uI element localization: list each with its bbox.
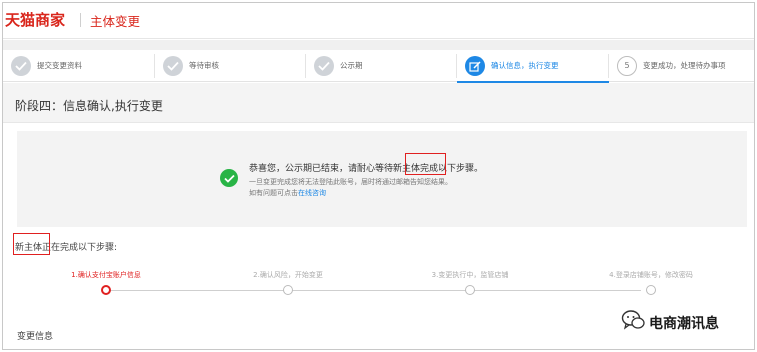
pstep-1-label: 1.确认支付宝账户信息 [71,271,141,279]
pstep-2-label: 2.确认风险，开始变更 [253,271,323,279]
highlight-box-heading [13,233,50,255]
step-3: 公示期 [306,50,457,82]
highlight-box-notice [405,153,446,175]
step-4-label: 确认信息，执行变更 [491,61,559,70]
check-icon [314,56,334,76]
step-5-label: 变更成功，处理待办事项 [643,61,726,70]
online-consult-link[interactable]: 在线咨询 [298,189,326,197]
wechat-icon [621,310,645,330]
step-1-label: 提交变更资料 [37,61,82,70]
pstep-4-label: 4.登录店铺账号，修改密码 [609,271,693,279]
step-number: 5 [624,61,630,70]
success-check-icon [220,169,238,187]
pstep-1-dot [101,285,111,295]
help-prefix: 如有问题可点击 [249,189,298,197]
tmall-logo[interactable]: 天猫商家 [5,9,65,30]
notice-prefix: 恭喜您，公示期已结束，请耐心等待 [249,164,394,174]
step-2-label: 等待审核 [189,61,219,70]
notice-box: 恭喜您，公示期已结束，请耐心等待新主体完成以下步骤。 一旦变更完成您将无法登陆此… [17,131,747,227]
step-5: 5 变更成功，处理待办事项 [609,50,754,82]
header-gap [3,40,754,50]
step-2: 等待审核 [155,50,306,82]
window-frame: 天猫商家 主体变更 提交变更资料 等待审核 公示期 确认信息，执行变更 5 变更… [2,2,755,350]
pstep-4-dot [646,285,656,295]
pstep-3-label: 3.变更执行中，监管店铺 [431,271,509,279]
heading-suffix: 正在完成以下步骤: [42,243,118,253]
check-icon [163,56,183,76]
edit-icon [465,56,485,76]
step-number-badge: 5 [617,56,637,76]
check-icon [11,56,31,76]
notice-help-text: 如有问题可点击在线咨询 [249,188,326,198]
step-4: 确认信息，执行变更 [457,50,609,82]
section-title: 变更信息 [17,332,54,342]
page-title: 主体变更 [90,14,141,29]
pstep-2-dot [283,285,293,295]
step-1: 提交变更资料 [3,50,155,82]
watermark: 电商潮讯息 [621,309,719,337]
stage-header: 阶段四：信息确认,执行变更 [3,83,754,123]
progress-track [106,290,641,291]
step-3-label: 公示期 [340,61,363,70]
notice-main-text: 恭喜您，公示期已结束，请耐心等待新主体完成以下步骤。 [249,161,483,174]
pstep-3-dot [465,285,475,295]
stage-title: 阶段四：信息确认,执行变更 [15,99,163,113]
notice-sub-text: 一旦变更完成您将无法登陆此账号，届时将通过邮箱告知您结果。 [249,178,452,186]
top-header: 天猫商家 主体变更 [3,3,754,39]
header-divider [80,13,81,27]
progress-stepper: 提交变更资料 等待审核 公示期 确认信息，执行变更 5 变更成功，处理待办事项 [3,50,754,82]
watermark-text: 电商潮讯息 [649,316,719,332]
